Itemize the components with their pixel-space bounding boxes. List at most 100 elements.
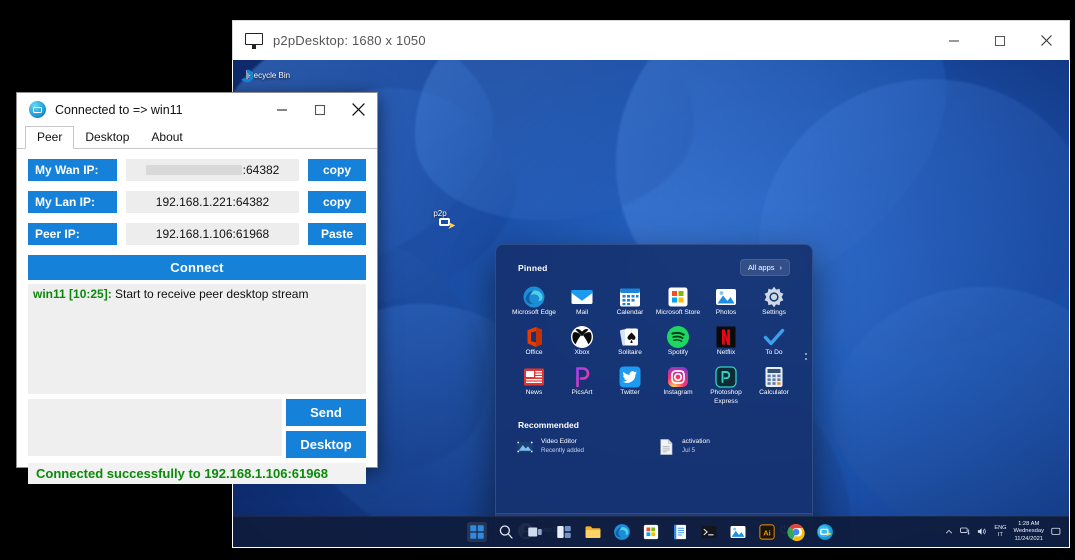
pinned-app-to-do[interactable]: To Do [750, 325, 798, 357]
chevron-right-icon: › [780, 263, 783, 272]
remote-minimize-button[interactable] [931, 21, 977, 60]
local-tab-about[interactable]: About [140, 127, 193, 148]
remote-maximize-button[interactable] [977, 21, 1023, 60]
recommended-item[interactable]: Video EditorRecently added [516, 438, 651, 456]
taskbar-store-button[interactable] [641, 522, 661, 542]
photoshop-express-icon [714, 365, 738, 389]
taskbar[interactable]: Ai ENG IT 1:28 AM Wednesday 1 [233, 516, 1069, 547]
pinned-app-netflix[interactable]: Netflix [702, 325, 750, 357]
local-close-button[interactable] [339, 93, 377, 126]
recommended-item[interactable]: activationJul 5 [657, 438, 792, 456]
pinned-app-label: Microsoft Edge [512, 309, 556, 316]
local-wan-ip-value: :64382 [126, 159, 299, 181]
local-log-area: win11 [10:25]: Start to receive peer des… [28, 284, 366, 394]
photos-icon [702, 285, 750, 309]
local-connect-button[interactable]: Connect [28, 255, 366, 280]
local-p2p-tabs[interactable]: Peer Desktop About [17, 126, 377, 149]
desktop-icon-label: Recycle Bin [248, 71, 290, 80]
picsart-icon [570, 365, 594, 389]
todo-check-icon [762, 325, 786, 349]
local-send-button[interactable]: Send [286, 399, 366, 426]
remote-close-button[interactable] [1023, 21, 1069, 60]
pinned-app-microsoft-store[interactable]: Microsoft Store [654, 285, 702, 317]
local-p2p-app-window[interactable]: Connected to => win11 Peer Desktop About… [16, 92, 378, 468]
language-indicator[interactable]: ENG IT [994, 525, 1006, 538]
edge-icon [522, 285, 546, 309]
pinned-page-indicator[interactable] [805, 353, 807, 360]
taskbar-chrome-button[interactable] [786, 522, 806, 542]
taskbar-search-button[interactable] [496, 522, 516, 542]
remote-window-title: p2pDesktop: 1680 x 1050 [273, 33, 426, 48]
mail-icon [570, 285, 594, 309]
taskbar-start-windows-button[interactable] [467, 522, 487, 542]
local-wan-copy-button[interactable]: copy [308, 159, 366, 181]
taskbar-illustrator-button[interactable]: Ai [757, 522, 777, 542]
masked-ip-block [146, 165, 242, 175]
recommended-title: activation [682, 438, 710, 447]
language-primary: ENG [994, 525, 1006, 532]
taskbar-notepad-button[interactable] [670, 522, 690, 542]
local-message-input[interactable] [28, 399, 282, 456]
pinned-app-photoshop-express[interactable]: Photoshop Express [702, 365, 750, 405]
taskbar-p2p-app-button[interactable] [815, 522, 835, 542]
local-maximize-button[interactable] [301, 93, 339, 126]
local-tab-peer[interactable]: Peer [25, 126, 74, 149]
search-icon [497, 523, 515, 541]
recommended-subtitle: Jul 5 [682, 447, 710, 455]
taskbar-terminal-button[interactable] [699, 522, 719, 542]
store-icon [654, 285, 702, 309]
local-p2p-window-controls [263, 93, 377, 126]
notification-icon[interactable] [1051, 527, 1061, 536]
local-p2p-titlebar[interactable]: Connected to => win11 [17, 93, 377, 126]
pinned-app-mail[interactable]: Mail [558, 285, 606, 317]
photos-icon [714, 285, 738, 309]
pinned-app-label: Solitaire [618, 349, 642, 356]
file-explorer-icon [584, 523, 602, 541]
local-desktop-button[interactable]: Desktop [286, 431, 366, 458]
pinned-app-xbox[interactable]: Xbox [558, 325, 606, 357]
local-minimize-button[interactable] [263, 93, 301, 126]
pinned-app-news[interactable]: News [510, 365, 558, 405]
desktop-icon-p2p[interactable]: p2p [411, 210, 469, 219]
pinned-app-solitaire[interactable]: Solitaire [606, 325, 654, 357]
start-menu[interactable]: Pinned All apps › Microsoft EdgeMailCale… [495, 244, 813, 547]
pinned-app-twitter[interactable]: Twitter [606, 365, 654, 405]
pinned-app-label: Instagram [663, 389, 692, 396]
pinned-app-label: PicsArt [572, 389, 593, 396]
network-icon[interactable] [960, 527, 970, 536]
local-tab-desktop[interactable]: Desktop [74, 127, 140, 148]
log-entry-author: win11 [10:25]: [33, 287, 112, 301]
pinned-app-photos[interactable]: Photos [702, 285, 750, 317]
notepad-icon [671, 523, 689, 541]
spotify-icon [654, 325, 702, 349]
recommended-label: Recommended [496, 420, 812, 430]
pinned-app-office[interactable]: Office [510, 325, 558, 357]
local-peer-ip-value[interactable]: 192.168.1.106:61968 [126, 223, 299, 245]
pinned-app-calculator[interactable]: Calculator [750, 365, 798, 405]
pinned-app-spotify[interactable]: Spotify [654, 325, 702, 357]
taskbar-photos-button[interactable] [728, 522, 748, 542]
pinned-app-settings[interactable]: Settings [750, 285, 798, 317]
local-peer-paste-button[interactable]: Paste [308, 223, 366, 245]
desktop-icon-recycle-bin[interactable]: Recycle Bin [239, 72, 297, 81]
local-lan-ip-row: My Lan IP: 192.168.1.221:64382 copy [28, 191, 366, 213]
pinned-app-microsoft-edge[interactable]: Microsoft Edge [510, 285, 558, 317]
pinned-app-picsart[interactable]: PicsArt [558, 365, 606, 405]
pinned-app-instagram[interactable]: Instagram [654, 365, 702, 405]
mail-icon [558, 285, 606, 309]
pinned-app-calendar[interactable]: Calendar [606, 285, 654, 317]
all-apps-button[interactable]: All apps › [740, 259, 790, 276]
clock[interactable]: 1:28 AM Wednesday 11/24/2021 [1013, 521, 1044, 543]
taskbar-widgets-button[interactable] [554, 522, 574, 542]
pinned-label: Pinned [518, 263, 548, 273]
local-status-bar: Connected successfully to 192.168.1.106:… [28, 463, 366, 484]
taskbar-task-view-button[interactable] [525, 522, 545, 542]
local-lan-copy-button[interactable]: copy [308, 191, 366, 213]
chevron-up-icon[interactable] [945, 528, 953, 536]
store-icon [642, 523, 660, 541]
volume-icon[interactable] [977, 527, 987, 536]
local-wan-ip-label: My Wan IP: [28, 159, 117, 181]
taskbar-edge-button[interactable] [612, 522, 632, 542]
remote-window-titlebar[interactable]: p2pDesktop: 1680 x 1050 [232, 20, 1070, 60]
taskbar-file-explorer-button[interactable] [583, 522, 603, 542]
